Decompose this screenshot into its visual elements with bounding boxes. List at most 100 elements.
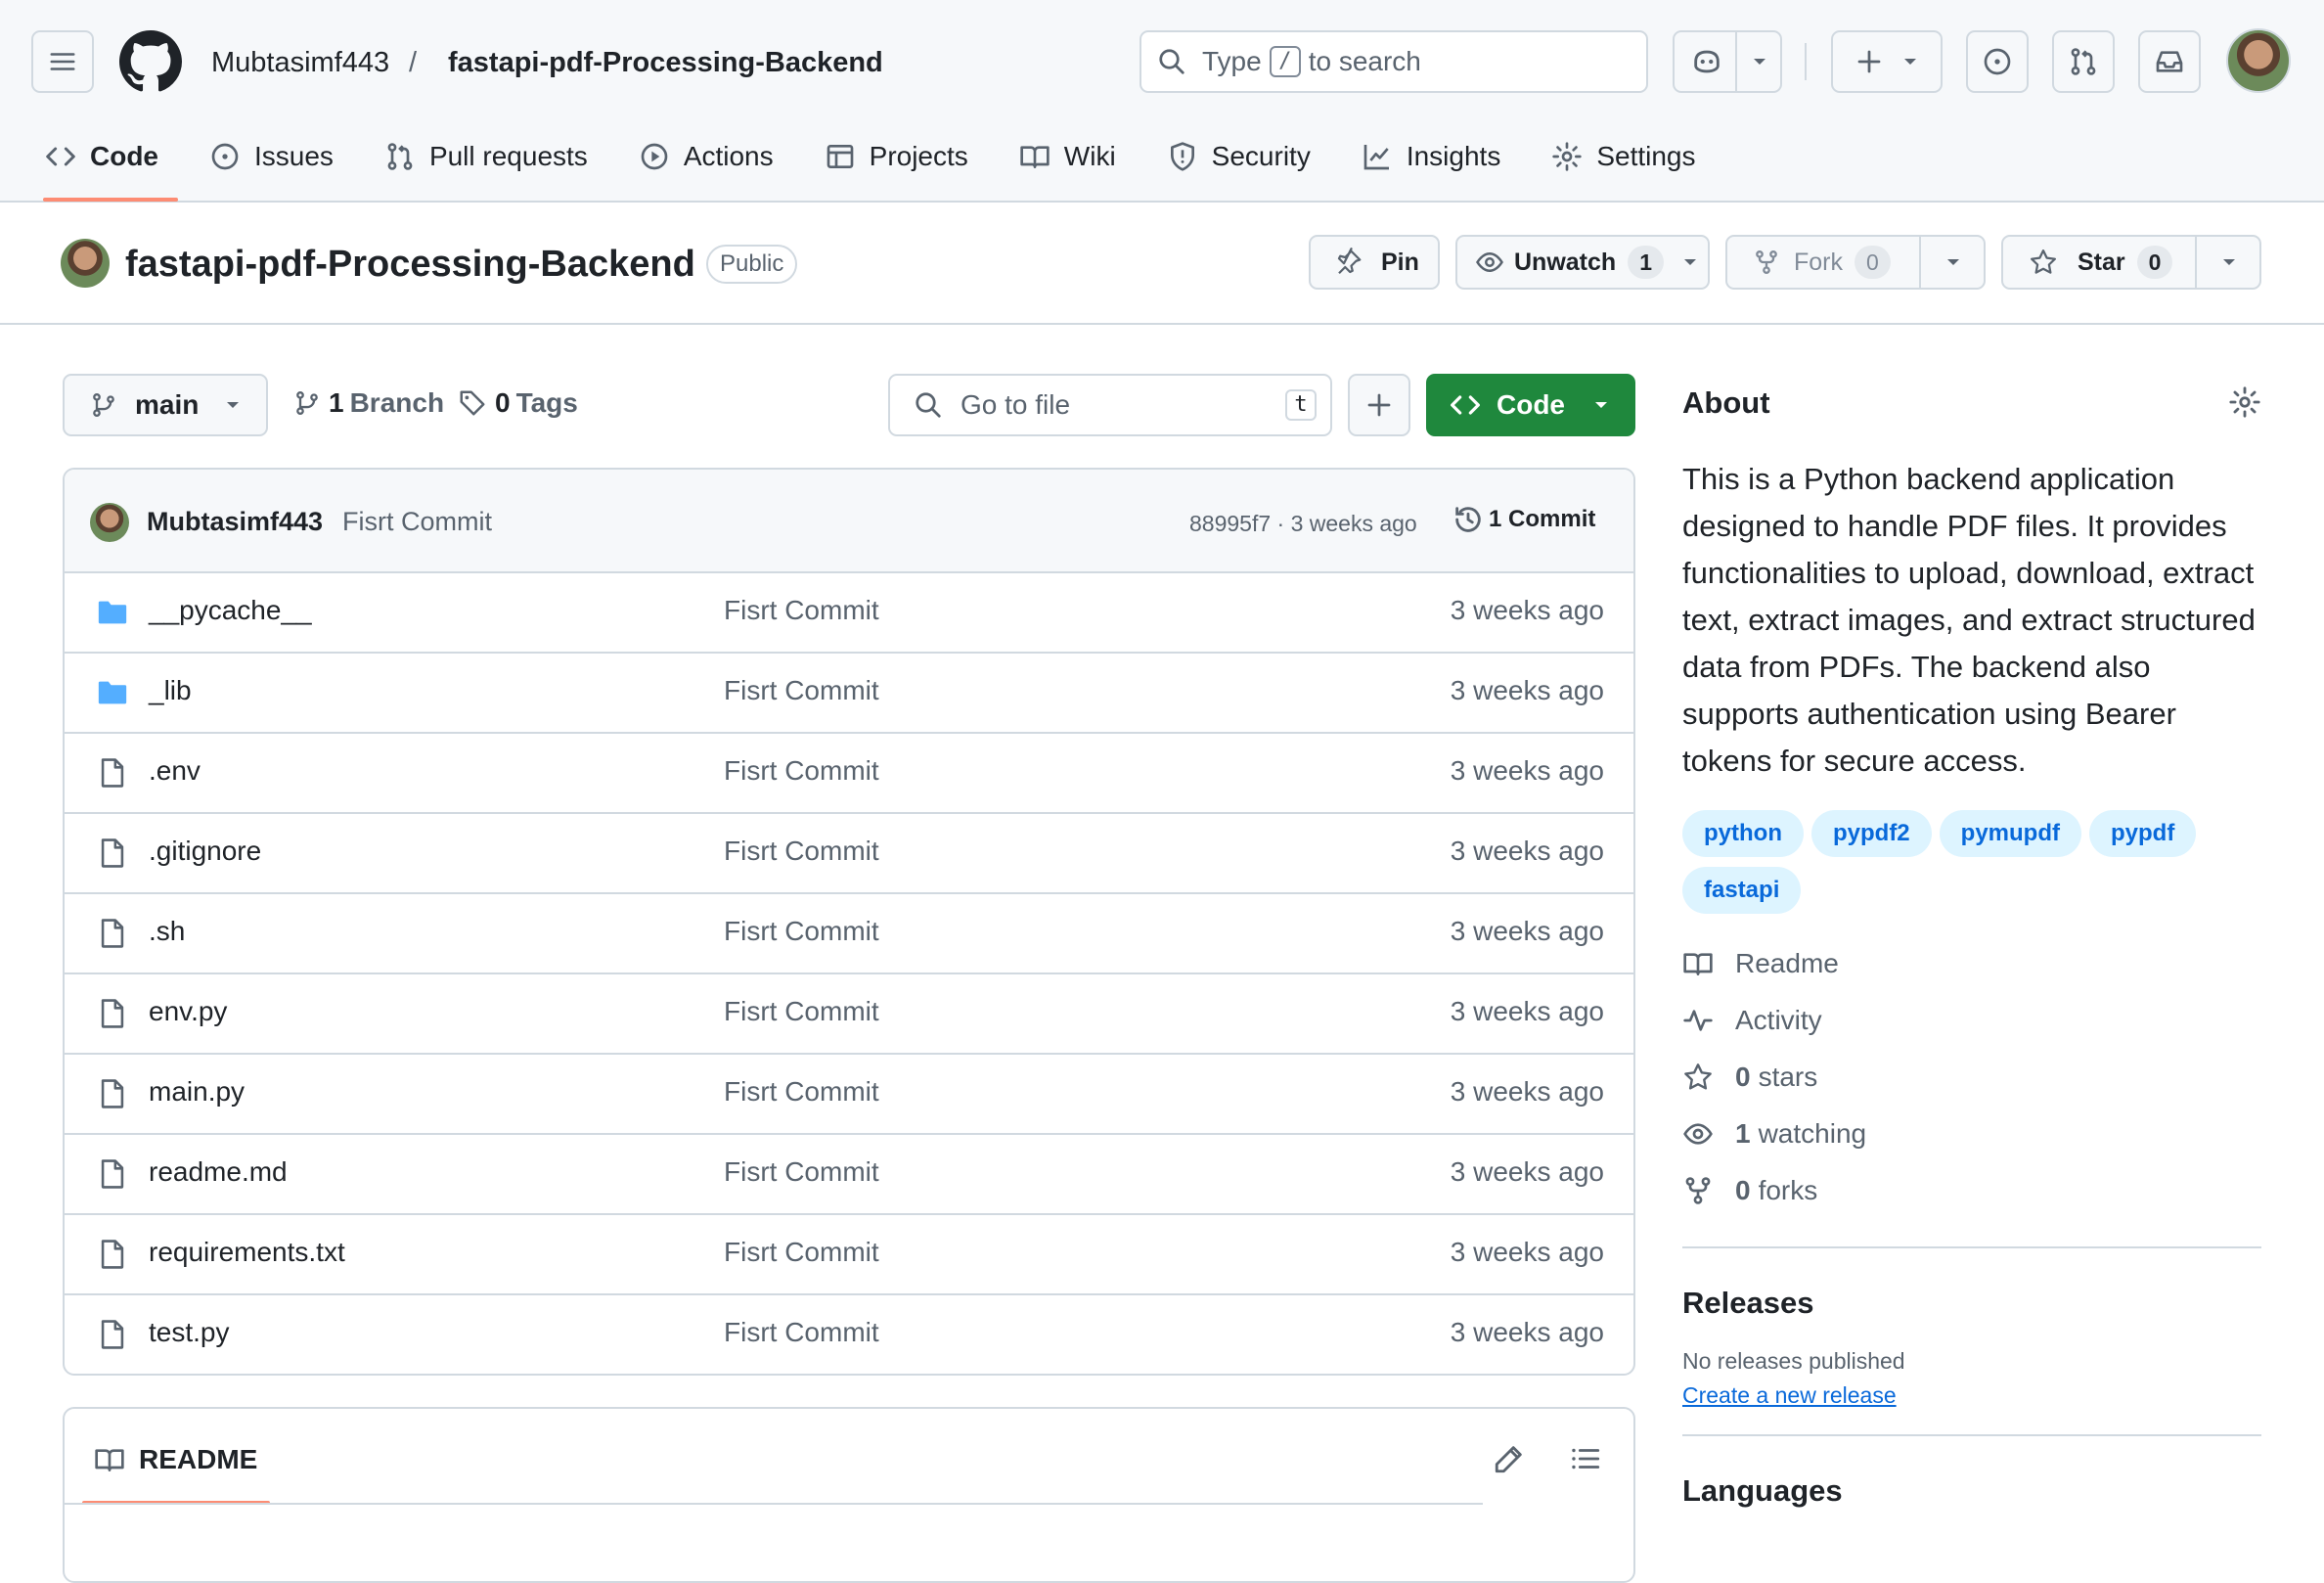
- inbox-icon: [2156, 51, 2183, 72]
- languages-title: Languages: [1682, 1473, 1843, 1508]
- file-name[interactable]: .sh: [149, 916, 185, 947]
- file-row[interactable]: env.py Fisrt Commit 3 weeks ago: [65, 974, 1633, 1055]
- file-commit-message[interactable]: Fisrt Commit: [724, 675, 879, 706]
- tab-settings[interactable]: Settings: [1551, 123, 1715, 190]
- issues-button[interactable]: [1966, 30, 2029, 93]
- tab-wiki[interactable]: Wiki: [1019, 123, 1136, 190]
- stars-link[interactable]: 0 stars: [1682, 1049, 2261, 1106]
- tags-link[interactable]: 0 Tags: [458, 387, 578, 419]
- add-file-button[interactable]: [1348, 374, 1410, 436]
- file-commit-message[interactable]: Fisrt Commit: [724, 1076, 879, 1108]
- watching-link[interactable]: 1 watching: [1682, 1106, 2261, 1162]
- file-name[interactable]: requirements.txt: [149, 1237, 345, 1268]
- tab-code[interactable]: Code: [43, 123, 178, 202]
- create-release-link[interactable]: Create a new release: [1682, 1382, 2261, 1409]
- topic-tag[interactable]: pypdf2: [1810, 810, 1932, 857]
- releases-title[interactable]: Releases: [1682, 1286, 2261, 1321]
- header-divider: [1805, 43, 1807, 80]
- file-name[interactable]: __pycache__: [149, 595, 312, 626]
- file-row[interactable]: _lib Fisrt Commit 3 weeks ago: [65, 654, 1633, 734]
- tab-pull-requests[interactable]: Pull requests: [384, 123, 607, 190]
- file-row[interactable]: readme.md Fisrt Commit 3 weeks ago: [65, 1135, 1633, 1215]
- file-commit-message[interactable]: Fisrt Commit: [724, 1317, 879, 1348]
- commit-message[interactable]: Fisrt Commit: [342, 507, 492, 537]
- file-name[interactable]: main.py: [149, 1076, 245, 1108]
- readme-divider: [65, 1503, 1483, 1505]
- file-name[interactable]: readme.md: [149, 1156, 288, 1188]
- file-name[interactable]: test.py: [149, 1317, 229, 1348]
- code-button[interactable]: Code: [1426, 374, 1635, 436]
- pencil-icon: [1495, 1446, 1522, 1473]
- gear-icon: [1552, 142, 1582, 171]
- eye-icon: [1683, 1123, 1713, 1145]
- pull-requests-button[interactable]: [2052, 30, 2115, 93]
- chevron-down-icon: [227, 402, 240, 408]
- readme-outline-button[interactable]: [1569, 1442, 1602, 1475]
- forks-count: 0: [1735, 1175, 1751, 1205]
- file-name[interactable]: env.py: [149, 996, 227, 1027]
- topic-tag[interactable]: pymupdf: [1939, 810, 2081, 857]
- commit-author-avatar[interactable]: [90, 503, 129, 542]
- go-to-file-input[interactable]: Go to file t: [888, 374, 1332, 436]
- file-commit-message[interactable]: Fisrt Commit: [724, 1156, 879, 1188]
- github-logo-icon[interactable]: [119, 30, 182, 93]
- menu-button[interactable]: [31, 30, 94, 93]
- file-name[interactable]: .gitignore: [149, 836, 261, 867]
- unwatch-button[interactable]: Unwatch 1: [1455, 235, 1710, 290]
- file-icon: [101, 1159, 124, 1189]
- pin-button[interactable]: Pin: [1309, 235, 1440, 290]
- gear-icon[interactable]: [2228, 385, 2261, 419]
- tab-actions[interactable]: Actions: [639, 123, 793, 190]
- copilot-button[interactable]: [1673, 30, 1782, 93]
- inbox-button[interactable]: [2138, 30, 2201, 93]
- tab-projects[interactable]: Projects: [825, 123, 988, 190]
- folder-icon: [98, 681, 127, 704]
- edit-readme-button[interactable]: [1493, 1442, 1526, 1475]
- activity-link[interactable]: Activity: [1682, 992, 2261, 1049]
- owner-avatar[interactable]: [61, 239, 110, 288]
- file-row[interactable]: .gitignore Fisrt Commit 3 weeks ago: [65, 814, 1633, 894]
- fork-button[interactable]: Fork 0: [1725, 235, 1986, 290]
- file-commit-message[interactable]: Fisrt Commit: [724, 996, 879, 1027]
- tag-count: 0: [495, 387, 511, 418]
- file-row[interactable]: __pycache__ Fisrt Commit 3 weeks ago: [65, 573, 1633, 654]
- breadcrumb-owner[interactable]: Mubtasimf443: [211, 43, 389, 82]
- topic-tag[interactable]: fastapi: [1682, 867, 1802, 914]
- repo-title[interactable]: fastapi-pdf-Processing-Backend: [125, 241, 695, 288]
- breadcrumb-repo[interactable]: fastapi-pdf-Processing-Backend: [448, 43, 883, 82]
- readme-link[interactable]: Readme: [1682, 935, 2261, 992]
- readme-tab[interactable]: README: [94, 1444, 257, 1475]
- global-search-input[interactable]: Type / to search: [1140, 30, 1648, 93]
- create-new-button[interactable]: [1831, 30, 1943, 93]
- file-commit-message[interactable]: Fisrt Commit: [724, 836, 879, 867]
- file-row[interactable]: .env Fisrt Commit 3 weeks ago: [65, 734, 1633, 814]
- forks-link[interactable]: 0 forks: [1682, 1162, 2261, 1219]
- user-avatar[interactable]: [2226, 28, 2291, 93]
- file-row[interactable]: main.py Fisrt Commit 3 weeks ago: [65, 1055, 1633, 1135]
- tab-insights[interactable]: Insights: [1362, 123, 1521, 190]
- branch-name: main: [135, 389, 200, 420]
- watching-count: 1: [1735, 1118, 1751, 1149]
- tab-issues[interactable]: Issues: [209, 123, 353, 190]
- file-row[interactable]: test.py Fisrt Commit 3 weeks ago: [65, 1295, 1633, 1374]
- topic-tag[interactable]: pypdf: [2088, 810, 2197, 857]
- branches-link[interactable]: 1 Branch: [293, 387, 444, 419]
- file-name[interactable]: _lib: [149, 675, 192, 706]
- file-commit-message[interactable]: Fisrt Commit: [724, 916, 879, 947]
- search-icon: [1159, 49, 1184, 74]
- file-name[interactable]: .env: [149, 755, 201, 787]
- file-age: 3 weeks ago: [1450, 675, 1604, 705]
- file-commit-message[interactable]: Fisrt Commit: [724, 755, 879, 787]
- topic-tag[interactable]: python: [1682, 810, 1804, 857]
- commit-author[interactable]: Mubtasimf443: [147, 507, 323, 537]
- file-commit-message[interactable]: Fisrt Commit: [724, 595, 879, 626]
- file-row[interactable]: .sh Fisrt Commit 3 weeks ago: [65, 894, 1633, 974]
- commit-history-link[interactable]: 1 Commit: [1452, 503, 1595, 536]
- file-commit-message[interactable]: Fisrt Commit: [724, 1237, 879, 1268]
- tab-security[interactable]: Security: [1167, 123, 1330, 190]
- branch-select[interactable]: main: [63, 374, 268, 436]
- file-row[interactable]: requirements.txt Fisrt Commit 3 weeks ago: [65, 1215, 1633, 1295]
- commit-hash-time[interactable]: 88995f7 · 3 weeks ago: [1189, 511, 1417, 537]
- book-icon: [1683, 953, 1713, 975]
- star-button[interactable]: Star 0: [2001, 235, 2261, 290]
